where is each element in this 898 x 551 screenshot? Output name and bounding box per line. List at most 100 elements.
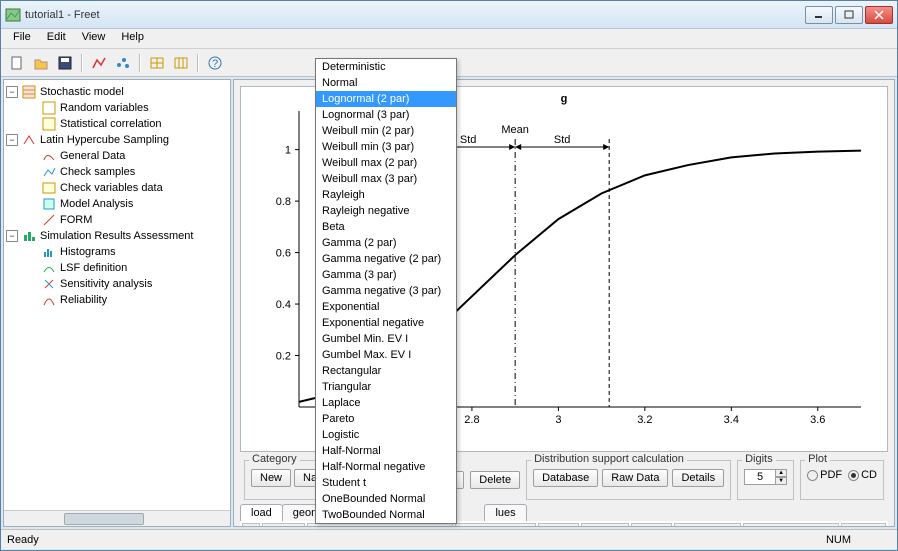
distribution-option[interactable]: Gamma negative (3 par) (316, 283, 456, 299)
distribution-option[interactable]: Exponential negative (316, 315, 456, 331)
app-icon (5, 7, 21, 23)
menu-edit[interactable]: Edit (39, 29, 74, 48)
menu-file[interactable]: File (5, 29, 39, 48)
distribution-option[interactable]: Triangular (316, 379, 456, 395)
distribution-option[interactable]: Gumbel Min. EV I (316, 331, 456, 347)
maximize-button[interactable] (835, 6, 863, 24)
details-button[interactable]: Details (672, 469, 724, 487)
distribution-option[interactable]: Lognormal (3 par) (316, 107, 456, 123)
menu-view[interactable]: View (74, 29, 114, 48)
tree-sim-results[interactable]: Simulation Results Assessment (38, 230, 195, 242)
col-mean[interactable]: Mean (538, 523, 579, 527)
tab-load[interactable]: load (240, 504, 283, 521)
distribution-option[interactable]: Pareto (316, 411, 456, 427)
distribution-option[interactable]: Weibull min (2 par) (316, 123, 456, 139)
tree-sensitivity[interactable]: Sensitivity analysis (58, 278, 154, 290)
plot-pdf-radio[interactable]: PDF (807, 469, 842, 481)
svg-text:?: ? (212, 58, 218, 70)
tree-scrollbar[interactable] (4, 510, 230, 526)
close-button[interactable] (865, 6, 893, 24)
tree-toggle[interactable]: − (6, 134, 18, 146)
svg-text:3.2: 3.2 (637, 414, 652, 426)
tree-lhs[interactable]: Latin Hypercube Sampling (38, 134, 171, 146)
title-bar: tutorial1 - Freet (1, 1, 897, 29)
distribution-option[interactable]: Normal (316, 75, 456, 91)
grid2-icon[interactable] (171, 53, 191, 73)
distribution-option[interactable]: OneBounded Normal (316, 491, 456, 507)
distribution-option[interactable]: Beta (316, 219, 456, 235)
distribution-option[interactable]: Deterministic (316, 59, 456, 75)
tree-toggle[interactable]: − (6, 86, 18, 98)
distribution-option[interactable]: Gamma (2 par) (316, 235, 456, 251)
tree-random-vars[interactable]: Random variables (58, 102, 151, 114)
distribution-option[interactable]: Rectangular (316, 363, 456, 379)
distribution-option[interactable]: Rayleigh negative (316, 203, 456, 219)
svg-text:3.6: 3.6 (810, 414, 825, 426)
rawdata-button[interactable]: Raw Data (602, 469, 668, 487)
distribution-option[interactable]: Half-Normal (316, 443, 456, 459)
rel-icon (42, 293, 56, 307)
save-icon[interactable] (55, 53, 75, 73)
distribution-option[interactable]: TwoBounded Normal (316, 507, 456, 523)
distribution-option[interactable]: Gamma negative (2 par) (316, 251, 456, 267)
distribution-option[interactable]: Lognormal (2 par) (316, 91, 456, 107)
status-ready: Ready (7, 534, 39, 546)
distribution-option[interactable]: Student t (316, 475, 456, 491)
tree-general-data[interactable]: General Data (58, 150, 127, 162)
distribution-option[interactable]: Weibull min (3 par) (316, 139, 456, 155)
tab-values[interactable]: lues (484, 504, 526, 521)
col-status[interactable]: Status (841, 523, 886, 527)
col-kurt[interactable]: Kurtosis excess (743, 523, 839, 527)
delete-button[interactable]: Delete (470, 471, 520, 489)
plot-cd-radio[interactable]: CD (848, 469, 877, 481)
col-desc[interactable]: escriptors (455, 523, 536, 527)
lsf-icon (42, 261, 56, 275)
svg-text:Mean: Mean (501, 124, 529, 136)
distribution-list[interactable]: DeterministicNormalLognormal (2 par)Logn… (315, 58, 457, 524)
distribution-option[interactable]: Rayleigh (316, 187, 456, 203)
distribution-option[interactable]: Weibull max (3 par) (316, 171, 456, 187)
digits-input[interactable] (744, 469, 776, 485)
tree-check-vars[interactable]: Check variables data (58, 182, 165, 194)
tree-histograms[interactable]: Histograms (58, 246, 118, 258)
distribution-option[interactable]: Gumbel Max. EV I (316, 347, 456, 363)
col-num[interactable]: # (242, 523, 260, 527)
menu-help[interactable]: Help (113, 29, 152, 48)
tree-stat-corr[interactable]: Statistical correlation (58, 118, 164, 130)
svg-text:Std: Std (460, 134, 477, 146)
category-group: Category New Name (244, 460, 318, 500)
col-std[interactable]: Std (581, 523, 629, 527)
sens-icon (42, 277, 56, 291)
grid-icon (22, 85, 36, 99)
distribution-option[interactable]: Half-Normal negative (316, 459, 456, 475)
model-icon[interactable] (89, 53, 109, 73)
grid1-icon[interactable] (147, 53, 167, 73)
tree-lsf[interactable]: LSF definition (58, 262, 129, 274)
distribution-option[interactable]: Laplace (316, 395, 456, 411)
tree-model-analysis[interactable]: Model Analysis (58, 198, 135, 210)
svg-text:0.2: 0.2 (276, 351, 291, 363)
col-name[interactable]: Name (262, 523, 305, 527)
tree-stochastic[interactable]: Stochastic model (38, 86, 126, 98)
tree-toggle[interactable]: − (6, 230, 18, 242)
distribution-option[interactable]: Weibull max (2 par) (316, 155, 456, 171)
tree-reliability[interactable]: Reliability (58, 294, 109, 306)
distribution-option[interactable]: Exponential (316, 299, 456, 315)
svg-text:0.6: 0.6 (276, 248, 291, 260)
tree-form[interactable]: FORM (58, 214, 94, 226)
sampling-icon[interactable] (113, 53, 133, 73)
corr-icon (42, 117, 56, 131)
open-file-icon[interactable] (31, 53, 51, 73)
help-icon[interactable]: ? (205, 53, 225, 73)
col-cov[interactable]: COV (631, 523, 672, 527)
distribution-option[interactable]: Logistic (316, 427, 456, 443)
minimize-button[interactable] (805, 6, 833, 24)
col-skew[interactable]: Skewness (674, 523, 740, 527)
distribution-option[interactable]: Gamma (3 par) (316, 267, 456, 283)
new-file-icon[interactable] (7, 53, 27, 73)
curve-icon (42, 149, 56, 163)
database-button[interactable]: Database (533, 469, 598, 487)
tree-check-samples[interactable]: Check samples (58, 166, 137, 178)
new-button[interactable]: New (251, 469, 291, 487)
menu-bar: File Edit View Help (1, 29, 897, 49)
